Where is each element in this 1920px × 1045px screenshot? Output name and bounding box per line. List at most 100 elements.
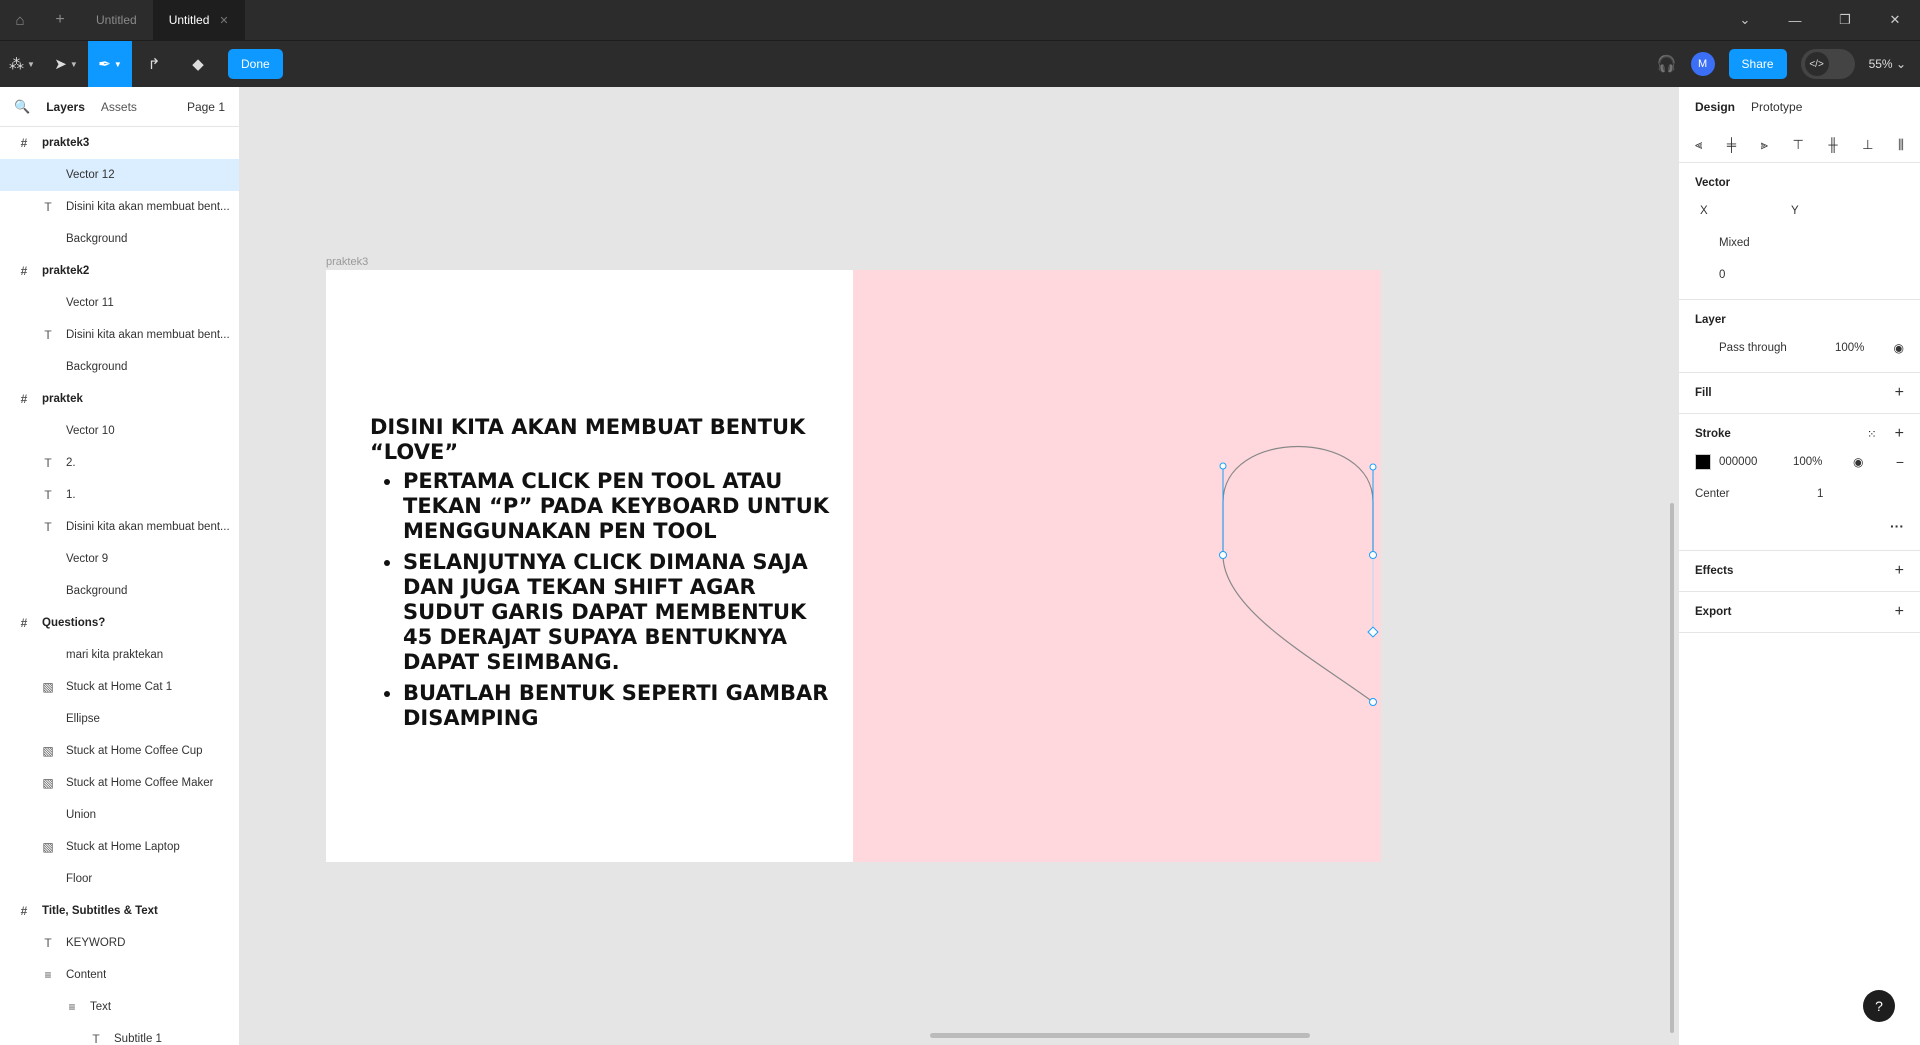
layer-item[interactable]: T Disini kita akan membuat bent... bbox=[0, 511, 239, 543]
image-icon: ▧ bbox=[42, 744, 54, 758]
pen-tool-button[interactable]: ✒ ▼ bbox=[88, 40, 132, 88]
layer-item[interactable]: T Disini kita akan membuat bent... bbox=[0, 191, 239, 223]
add-export-icon[interactable]: + bbox=[1895, 603, 1904, 621]
rotation-field[interactable]: 0 bbox=[1695, 269, 1725, 281]
remove-stroke-icon[interactable]: − bbox=[1896, 454, 1904, 470]
layer-item[interactable]: Floor bbox=[0, 863, 239, 895]
align-top-icon[interactable]: ⊤ bbox=[1793, 137, 1804, 153]
zoom-level[interactable]: 55% ⌄ bbox=[1869, 57, 1906, 71]
layer-opacity-field[interactable]: 100% bbox=[1835, 342, 1875, 354]
layer-item[interactable]: ▧ Stuck at Home Cat 1 bbox=[0, 671, 239, 703]
tab-untitled-2[interactable]: Untitled ✕ bbox=[152, 0, 245, 40]
layer-name: Stuck at Home Coffee Cup bbox=[66, 745, 203, 757]
headphones-icon[interactable]: 🎧 bbox=[1657, 54, 1677, 74]
align-vertical-center-icon[interactable]: ╫ bbox=[1828, 137, 1837, 152]
layer-item[interactable]: T Subtitle 1 bbox=[0, 1023, 239, 1045]
layer-item[interactable]: T KEYWORD bbox=[0, 927, 239, 959]
align-bottom-icon[interactable]: ⊥ bbox=[1862, 137, 1873, 153]
add-fill-icon[interactable]: + bbox=[1895, 384, 1904, 402]
page-selector[interactable]: Page 1 bbox=[187, 100, 225, 114]
handle-point bbox=[1219, 462, 1227, 470]
stroke-color-field[interactable]: 000000 bbox=[1719, 456, 1793, 468]
add-stroke-icon[interactable]: + bbox=[1895, 425, 1904, 443]
layer-item[interactable]: Background bbox=[0, 575, 239, 607]
done-button[interactable]: Done bbox=[228, 49, 283, 79]
help-button[interactable]: ? bbox=[1863, 990, 1895, 1022]
layer-item[interactable]: ≡ Content bbox=[0, 959, 239, 991]
move-tool-button[interactable]: ➤ ▼ bbox=[44, 41, 88, 88]
tab-assets[interactable]: Assets bbox=[101, 100, 137, 114]
layer-item[interactable]: # praktek bbox=[0, 383, 239, 415]
frame-praktek3[interactable]: DISINI KITA AKAN MEMBUAT BENTUK “LOVE” P… bbox=[326, 270, 1381, 862]
close-window-icon[interactable]: ✕ bbox=[1870, 0, 1920, 40]
add-effect-icon[interactable]: + bbox=[1895, 562, 1904, 580]
layer-name: KEYWORD bbox=[66, 937, 126, 949]
vertical-scrollbar[interactable] bbox=[1670, 503, 1674, 1033]
layer-item[interactable]: mari kita praktekan bbox=[0, 639, 239, 671]
align-left-icon[interactable]: ⫷ bbox=[1695, 137, 1702, 153]
main-menu-button[interactable]: ⁂ ▼ bbox=[0, 41, 44, 88]
vector-section: Vector X Y Mixed 0 bbox=[1679, 163, 1920, 300]
paint-bucket-button[interactable]: ◆ bbox=[176, 41, 220, 88]
anchor-point bbox=[1369, 698, 1377, 706]
distribute-icon[interactable]: ⫼ bbox=[1898, 137, 1904, 153]
size-row: Mixed bbox=[1695, 227, 1904, 259]
vector-12-path[interactable] bbox=[326, 270, 1381, 862]
horizontal-scrollbar[interactable] bbox=[930, 1033, 1310, 1038]
layer-item[interactable]: Vector 12 bbox=[0, 159, 239, 191]
avatar[interactable]: M bbox=[1690, 52, 1715, 76]
eye-icon[interactable]: ◉ bbox=[1853, 455, 1863, 469]
blend-mode-select[interactable]: Pass through bbox=[1695, 342, 1835, 354]
stroke-position-select[interactable]: Center bbox=[1695, 488, 1817, 500]
minimize-icon[interactable]: — bbox=[1770, 0, 1820, 40]
layer-item[interactable]: Background bbox=[0, 351, 239, 383]
text-icon: T bbox=[44, 520, 52, 534]
new-tab-icon[interactable]: + bbox=[40, 0, 80, 40]
layer-item[interactable]: # praktek2 bbox=[0, 255, 239, 287]
frame-icon: # bbox=[20, 904, 28, 918]
layer-item[interactable]: Background bbox=[0, 223, 239, 255]
bend-tool-button[interactable]: ↱ bbox=[132, 41, 176, 88]
eye-icon[interactable]: ◉ bbox=[1894, 341, 1904, 355]
layer-item[interactable]: ▧ Stuck at Home Laptop bbox=[0, 831, 239, 863]
layer-item[interactable]: Vector 11 bbox=[0, 287, 239, 319]
chevron-down-icon[interactable]: ⌄ bbox=[1720, 0, 1770, 40]
layer-item[interactable]: T Disini kita akan membuat bent... bbox=[0, 319, 239, 351]
close-tab-icon[interactable]: ✕ bbox=[219, 14, 228, 27]
layer-item[interactable]: ≡ Text bbox=[0, 991, 239, 1023]
layer-item[interactable]: # Questions? bbox=[0, 607, 239, 639]
search-icon[interactable]: 🔍 bbox=[14, 99, 30, 115]
share-button[interactable]: Share bbox=[1728, 49, 1787, 79]
dev-mode-toggle[interactable]: </> bbox=[1800, 49, 1855, 79]
zoom-value: 55% bbox=[1868, 57, 1893, 71]
tab-untitled-1[interactable]: Untitled bbox=[80, 0, 153, 40]
tab-layers[interactable]: Layers bbox=[46, 100, 85, 114]
tab-prototype[interactable]: Prototype bbox=[1751, 100, 1802, 114]
layer-item[interactable]: Ellipse bbox=[0, 703, 239, 735]
restore-icon[interactable]: ❐ bbox=[1820, 0, 1870, 40]
layer-item[interactable]: # Title, Subtitles & Text bbox=[0, 895, 239, 927]
layer-item[interactable]: # praktek3 bbox=[0, 127, 239, 159]
layer-name: Disini kita akan membuat bent... bbox=[66, 201, 230, 213]
stroke-opacity-field[interactable]: 100% bbox=[1793, 456, 1853, 468]
layer-item[interactable]: ▧ Stuck at Home Coffee Maker bbox=[0, 767, 239, 799]
align-right-icon[interactable]: ⫸ bbox=[1761, 137, 1768, 153]
layer-item[interactable]: T 1. bbox=[0, 479, 239, 511]
layer-item[interactable]: Vector 9 bbox=[0, 543, 239, 575]
stroke-style-icon[interactable]: ⁙ bbox=[1867, 427, 1877, 441]
frame-label[interactable]: praktek3 bbox=[326, 256, 368, 268]
canvas[interactable]: praktek3 DISINI KITA AKAN MEMBUAT BENTUK… bbox=[240, 87, 1678, 1045]
stroke-weight-field[interactable]: 1 bbox=[1817, 488, 1823, 500]
home-icon[interactable]: ⌂ bbox=[0, 0, 40, 40]
layer-name: Questions? bbox=[42, 617, 106, 629]
stroke-color-swatch[interactable] bbox=[1695, 454, 1711, 470]
text-icon: T bbox=[44, 488, 52, 502]
more-options-icon[interactable]: ··· bbox=[1890, 518, 1904, 534]
mixed-field[interactable]: Mixed bbox=[1695, 237, 1750, 249]
tab-design[interactable]: Design bbox=[1695, 100, 1735, 114]
align-horizontal-center-icon[interactable]: ╪ bbox=[1727, 137, 1736, 152]
layer-item[interactable]: T 2. bbox=[0, 447, 239, 479]
layer-item[interactable]: Union bbox=[0, 799, 239, 831]
layer-item[interactable]: Vector 10 bbox=[0, 415, 239, 447]
layer-item[interactable]: ▧ Stuck at Home Coffee Cup bbox=[0, 735, 239, 767]
